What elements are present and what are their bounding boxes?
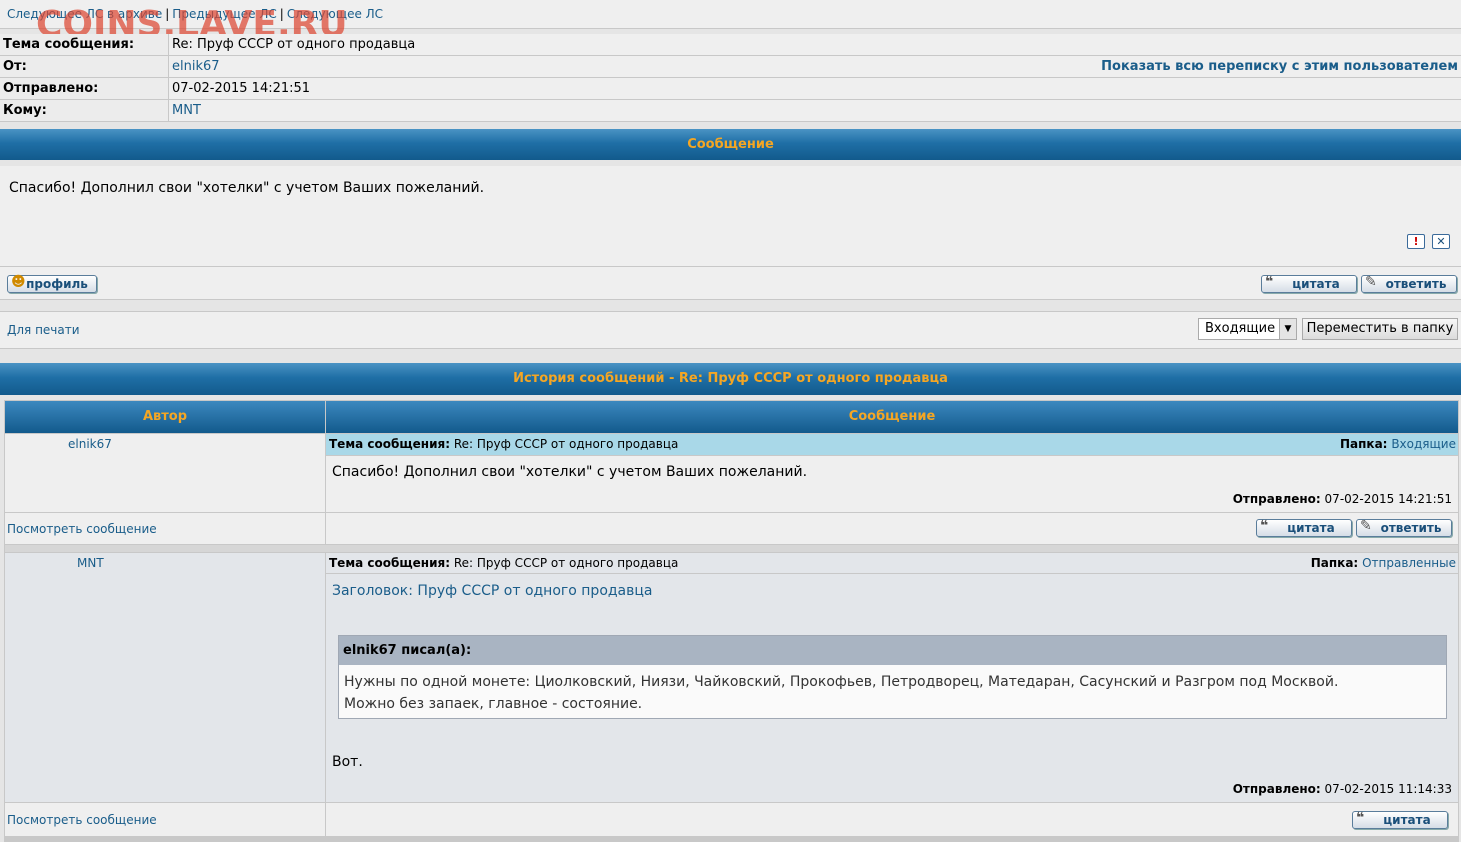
quote-block: elnik67 писал(а): Нужны по одной монете:… bbox=[338, 635, 1447, 719]
report-icon[interactable]: ! bbox=[1407, 234, 1425, 249]
folder-select-value: Входящие bbox=[1205, 321, 1276, 336]
quote-content: Нужны по одной монете: Циолковский, Нияз… bbox=[339, 665, 1446, 721]
reply-button-label: ответить bbox=[1380, 521, 1442, 535]
to-user-link[interactable]: MNT bbox=[172, 103, 201, 118]
quote-bubble-icon: ❝ bbox=[1265, 274, 1274, 290]
from-cell: elnik67 Показать всю переписку с этим по… bbox=[168, 55, 1461, 78]
history-subject: Re: Пруф СССР от одного продавца bbox=[453, 556, 679, 570]
reply-pencil-icon: ✎ bbox=[1365, 274, 1377, 290]
history-subject: Re: Пруф СССР от одного продавца bbox=[453, 437, 679, 451]
history-separator bbox=[5, 545, 1458, 552]
chevron-down-icon[interactable]: ▼ bbox=[1279, 319, 1296, 339]
history-entry-subject-bar: Тема сообщения: Re: Пруф СССР от одного … bbox=[326, 553, 1458, 573]
history-folder-label: Папка: bbox=[1340, 437, 1388, 451]
sent-value: 07-02-2015 14:21:51 bbox=[168, 77, 1461, 100]
history-sent-value: 07-02-2015 14:21:51 bbox=[1324, 492, 1452, 506]
history-folder-link[interactable]: Входящие bbox=[1391, 437, 1456, 451]
history-entry-body-cell: Заголовок: Пруф СССР от одного продавца … bbox=[326, 574, 1458, 802]
history-buttons-cell: ❝ цитата bbox=[326, 803, 1458, 836]
quote-button[interactable]: ❝ цитата bbox=[1256, 518, 1352, 537]
to-cell: MNT bbox=[168, 99, 1461, 122]
message-body-area: Спасибо! Дополнил свои "хотелки" с учето… bbox=[0, 166, 1461, 267]
subject-value: Re: Пруф СССР от одного продавца bbox=[168, 34, 1461, 56]
delete-icon[interactable]: ✕ bbox=[1432, 234, 1450, 249]
history-folder-label: Папка: bbox=[1310, 556, 1359, 570]
history-sent: Отправлено: 07-02-2015 14:21:51 bbox=[1233, 492, 1452, 506]
quote-button-label: цитата bbox=[1292, 277, 1340, 291]
folder-select[interactable]: Входящие ▼ bbox=[1198, 318, 1297, 340]
history-bar: История сообщений - Re: Пруф СССР от одн… bbox=[0, 363, 1461, 395]
quote-author: elnik67 писал(а): bbox=[339, 636, 1446, 665]
history-view-cell: Посмотреть сообщение bbox=[5, 803, 325, 836]
history-folder: Папка: Отправленные bbox=[1311, 553, 1456, 573]
history-sent-label: Отправлено: bbox=[1232, 782, 1321, 796]
history-folder-link[interactable]: Отправленные bbox=[1362, 556, 1456, 570]
history-author-link[interactable]: elnik67 bbox=[68, 437, 112, 451]
quote-line: Можно без запаек, главное - состояние. bbox=[344, 696, 643, 712]
history-entry-subject-bar: Тема сообщения: Re: Пруф СССР от одного … bbox=[326, 434, 1458, 455]
profile-button-label: профиль bbox=[26, 277, 88, 291]
from-label: От: bbox=[0, 55, 169, 78]
history-entry-author-cell: MNT bbox=[5, 553, 325, 802]
user-icon: ☻ bbox=[11, 274, 26, 290]
history-author-link[interactable]: MNT bbox=[77, 556, 104, 570]
history-subject-label: Тема сообщения: bbox=[329, 437, 450, 451]
history-body: Вот. bbox=[332, 754, 363, 770]
history-view-cell: Посмотреть сообщение bbox=[5, 513, 325, 544]
history-heading: Заголовок: Пруф СССР от одного продавца bbox=[332, 583, 653, 599]
message-header-table: Тема сообщения: Re: Пруф СССР от одного … bbox=[0, 34, 1461, 122]
profile-button[interactable]: ☻ профиль bbox=[7, 274, 97, 293]
history-folder: Папка: Входящие bbox=[1340, 434, 1456, 454]
message-body: Спасибо! Дополнил свои "хотелки" с учето… bbox=[9, 180, 485, 196]
history-sent: Отправлено: 07-02-2015 11:14:33 bbox=[1233, 782, 1452, 796]
reply-button-label: ответить bbox=[1385, 277, 1447, 291]
action-buttons-row: ☻ профиль ❝ цитата ✎ ответить bbox=[0, 267, 1461, 300]
message-column-header: Сообщение bbox=[326, 401, 1458, 433]
reply-button[interactable]: ✎ ответить bbox=[1356, 518, 1452, 537]
history-sent-value: 07-02-2015 11:14:33 bbox=[1324, 782, 1452, 796]
reply-button[interactable]: ✎ ответить bbox=[1361, 274, 1457, 293]
view-message-link[interactable]: Посмотреть сообщение bbox=[7, 522, 157, 536]
history-table: Автор Сообщение elnik67 Тема сообщения: … bbox=[4, 400, 1459, 842]
quote-bubble-icon: ❝ bbox=[1356, 810, 1365, 826]
quote-bubble-icon: ❝ bbox=[1260, 518, 1269, 534]
author-column-header: Автор bbox=[5, 401, 325, 433]
view-message-link[interactable]: Посмотреть сообщение bbox=[7, 813, 157, 827]
history-subject-label: Тема сообщения: bbox=[329, 556, 450, 570]
quote-line: Нужны по одной монете: Циолковский, Нияз… bbox=[344, 674, 1339, 690]
to-label: Кому: bbox=[0, 99, 169, 122]
history-buttons-cell: ❝ цитата ✎ ответить bbox=[326, 513, 1458, 544]
subject-label: Тема сообщения: bbox=[0, 34, 169, 56]
quote-button[interactable]: ❝ цитата bbox=[1352, 810, 1448, 829]
show-all-correspondence-link[interactable]: Показать всю переписку с этим пользовате… bbox=[1101, 59, 1458, 74]
reply-pencil-icon: ✎ bbox=[1360, 518, 1372, 534]
sent-label: Отправлено: bbox=[0, 77, 169, 100]
quote-button[interactable]: ❝ цитата bbox=[1261, 274, 1357, 293]
move-to-folder-button[interactable]: Переместить в папку bbox=[1302, 318, 1458, 340]
history-entry-body-cell: Спасибо! Дополнил свои "хотелки" с учето… bbox=[326, 456, 1458, 512]
history-sent-label: Отправлено: bbox=[1232, 492, 1321, 506]
quote-button-label: цитата bbox=[1383, 813, 1431, 827]
quote-button-label: цитата bbox=[1287, 521, 1335, 535]
history-entry-author-cell: elnik67 bbox=[5, 434, 325, 512]
from-user-link[interactable]: elnik67 bbox=[172, 59, 220, 74]
history-body: Спасибо! Дополнил свои "хотелки" с учето… bbox=[332, 464, 808, 480]
print-link[interactable]: Для печати bbox=[7, 323, 80, 337]
message-bar: Сообщение bbox=[0, 129, 1461, 160]
